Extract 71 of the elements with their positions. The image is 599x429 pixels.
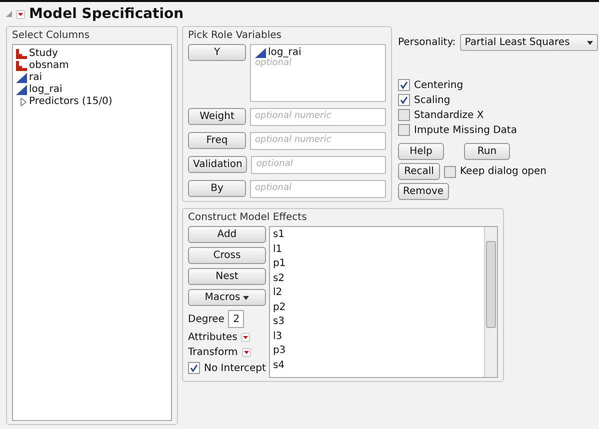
scrollbar[interactable]: [484, 227, 497, 377]
checkbox-label: Impute Missing Data: [414, 124, 517, 136]
checkbox-label: Keep dialog open: [460, 166, 547, 177]
panel-title: Construct Model Effects: [188, 212, 308, 223]
menu-icon[interactable]: [242, 348, 251, 357]
bar-chart-icon: [16, 60, 27, 70]
caret-icon: [243, 296, 250, 300]
placeholder-text: optional: [255, 183, 292, 193]
dropdown-arrow-icon: [586, 40, 593, 44]
degree-field[interactable]: 2: [228, 310, 244, 328]
effect-item[interactable]: p2: [272, 300, 481, 315]
checkbox-label: No Intercept: [204, 362, 266, 374]
role-button[interactable]: Validation: [188, 156, 248, 173]
effect-item[interactable]: p1: [272, 257, 481, 272]
column-item[interactable]: log_rai: [29, 84, 62, 95]
remove-button[interactable]: Remove: [398, 183, 449, 200]
transform-label: Transform: [188, 347, 238, 358]
checkbox[interactable]: [398, 94, 410, 106]
window-title: Model Specification: [29, 6, 184, 22]
macros-button[interactable]: Macros: [188, 289, 266, 306]
effect-button[interactable]: Add: [188, 226, 266, 243]
role-button[interactable]: Freq: [188, 132, 246, 149]
triangle-icon: [16, 72, 27, 82]
collapsed-icon[interactable]: [20, 98, 27, 106]
placeholder-text: optional: [256, 159, 294, 169]
effect-item[interactable]: l3: [272, 330, 481, 344]
bar-chart-icon: [16, 48, 27, 58]
attributes-label: Attributes: [188, 332, 238, 343]
checkbox-label: Standardize X: [414, 110, 484, 120]
role-button[interactable]: Y: [188, 44, 246, 61]
collapse-icon[interactable]: [6, 11, 12, 17]
checkbox-label: Centering: [414, 80, 464, 90]
triangle-icon: [255, 48, 266, 58]
effect-item[interactable]: l1: [272, 242, 481, 257]
panel-title: Select Columns: [12, 30, 91, 41]
effect-item[interactable]: s2: [272, 272, 481, 286]
effect-button[interactable]: Nest: [188, 268, 266, 285]
column-item[interactable]: Study: [29, 48, 58, 59]
triangle-icon: [16, 84, 27, 94]
panel-title: Pick Role Variables: [188, 30, 282, 41]
role-value: log_rai: [268, 47, 302, 58]
checkbox[interactable]: [398, 124, 410, 136]
checkbox[interactable]: [188, 362, 200, 374]
effect-button[interactable]: Cross: [188, 247, 266, 264]
checkbox[interactable]: [444, 166, 456, 178]
menu-icon[interactable]: [241, 333, 250, 342]
placeholder-text: optional: [255, 58, 292, 68]
effect-item[interactable]: s4: [272, 358, 481, 373]
recall-button[interactable]: Recall: [398, 163, 440, 180]
personality-dropdown[interactable]: Partial Least Squares: [460, 34, 598, 51]
role-button[interactable]: Weight: [188, 108, 246, 125]
column-item[interactable]: rai: [29, 72, 42, 83]
role-field[interactable]: log_rai optional: [250, 44, 386, 102]
checkbox[interactable]: [398, 109, 410, 121]
help-button[interactable]: Help: [398, 143, 444, 160]
effect-item[interactable]: l2: [272, 286, 481, 300]
effect-item[interactable]: s3: [272, 315, 481, 330]
placeholder-text: optional numeric: [255, 111, 332, 121]
placeholder-text: optional numeric: [255, 135, 332, 145]
column-item[interactable]: Predictors (15/0): [29, 96, 112, 107]
effects-list[interactable]: s1 l1 p1 s2 l2 p2 s3 l3 p3 s4: [268, 226, 498, 378]
column-item[interactable]: obsnam: [29, 60, 69, 71]
checkbox-label: Scaling: [414, 94, 450, 106]
personality-label: Personality:: [398, 37, 456, 48]
degree-label: Degree: [188, 314, 224, 324]
menu-icon[interactable]: [16, 10, 25, 18]
effect-item[interactable]: s1: [272, 228, 481, 242]
effect-item[interactable]: p3: [272, 344, 481, 358]
checkbox[interactable]: [398, 79, 410, 91]
role-button[interactable]: By: [188, 180, 246, 197]
run-button[interactable]: Run: [464, 143, 510, 160]
